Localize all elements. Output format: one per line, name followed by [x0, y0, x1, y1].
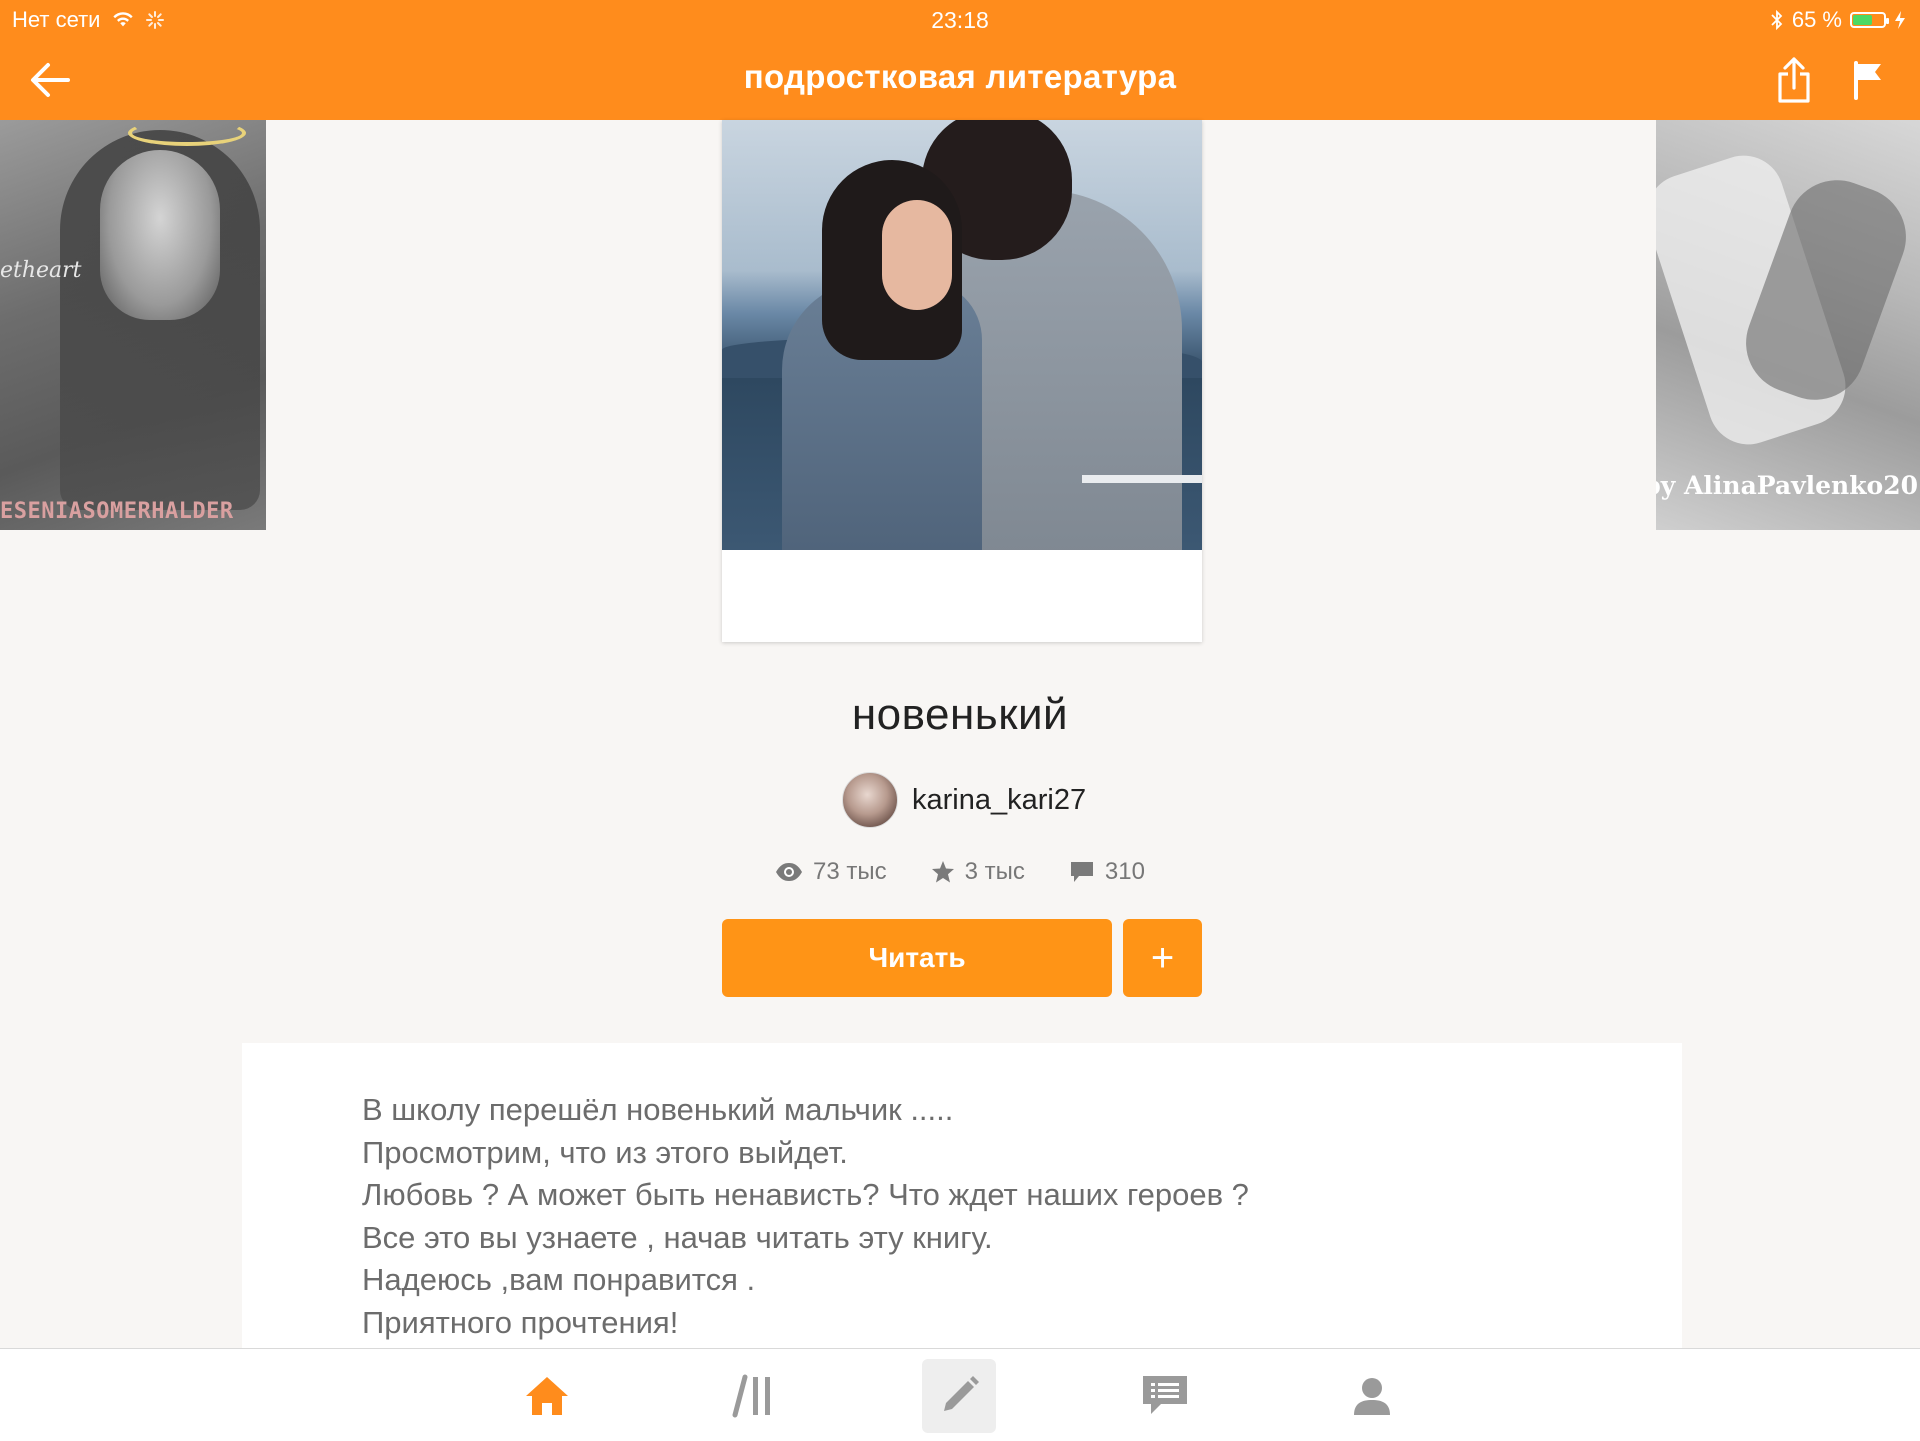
report-button[interactable]: [1840, 52, 1896, 108]
comments-count: 310: [1104, 858, 1145, 885]
read-button[interactable]: Читать: [722, 919, 1112, 997]
book-title: новенький: [851, 690, 1069, 739]
description-line: Надеюсь ,вам понравится .: [362, 1262, 756, 1297]
star-icon: [931, 861, 954, 883]
battery-level: [1853, 15, 1872, 25]
share-button[interactable]: [1766, 52, 1822, 108]
description-card: В школу перешёл новенький мальчик ..... …: [242, 1043, 1682, 1348]
comment-icon: [1070, 862, 1093, 882]
comments-stat: 310: [1069, 858, 1145, 886]
share-icon: [1778, 57, 1810, 103]
description-line: Просмотрим, что из этого выйдет.: [362, 1134, 848, 1170]
tab-library[interactable]: [717, 1359, 791, 1433]
tab-write[interactable]: [922, 1359, 996, 1433]
cover-image: [722, 120, 1202, 550]
bluetooth-icon: [1771, 9, 1783, 31]
description-line: В школу перешёл новенький мальчик .....: [362, 1092, 954, 1127]
tab-home[interactable]: [510, 1359, 584, 1433]
message-icon: [1143, 1376, 1187, 1414]
author-name[interactable]: karina_kari27: [912, 784, 1086, 817]
next-book-cover[interactable]: by AlinaPavlenko20: [1656, 120, 1920, 530]
add-to-library-button[interactable]: +: [1123, 919, 1202, 997]
bottom-tab-bar: [0, 1348, 1920, 1441]
views-stat: 73 тыс: [775, 858, 887, 886]
book-description: В школу перешёл новенький мальчик ..... …: [362, 1089, 1562, 1344]
status-time: 23:18: [931, 7, 989, 33]
charging-icon: [1895, 11, 1905, 29]
avatar[interactable]: [842, 772, 898, 828]
cover-author-text: ESENIASOMERHALDER: [0, 499, 234, 524]
cover-author-text: by AlinaPavlenko20: [1656, 471, 1918, 500]
author-link[interactable]: karina_kari27: [842, 772, 1086, 828]
battery-icon: [1850, 12, 1889, 28]
description-line: Любовь ? А может быть ненависть? Что жде…: [362, 1177, 1249, 1212]
book-stats: 73 тыс 3 тыс 310: [0, 858, 1920, 886]
library-icon: [732, 1374, 770, 1418]
votes-count: 3 тыс: [964, 858, 1025, 885]
eye-icon: [776, 863, 803, 881]
views-count: 73 тыс: [813, 858, 887, 885]
description-line: Приятного прочтения!: [362, 1304, 679, 1340]
cover-caption: etheart: [0, 258, 82, 283]
status-right: 65 %: [1770, 6, 1906, 34]
tab-messages[interactable]: [1128, 1359, 1202, 1433]
pencil-icon: [944, 1376, 979, 1411]
description-line: Все это вы узнаете , начав читать эту кн…: [362, 1219, 993, 1255]
battery-percent: 65 %: [1791, 7, 1842, 32]
book-cover[interactable]: [722, 120, 1202, 642]
home-icon: [526, 1377, 568, 1415]
app-header: Нет сети 23:18 65 % подростковая литерат…: [0, 0, 1920, 120]
previous-book-cover[interactable]: etheart ESENIASOMERHALDER: [0, 120, 266, 530]
profile-icon: [1354, 1378, 1390, 1415]
flag-icon: [1854, 61, 1881, 100]
tab-profile[interactable]: [1335, 1359, 1409, 1433]
votes-stat: 3 тыс: [931, 858, 1025, 886]
page-title: подростковая литература: [743, 58, 1177, 95]
